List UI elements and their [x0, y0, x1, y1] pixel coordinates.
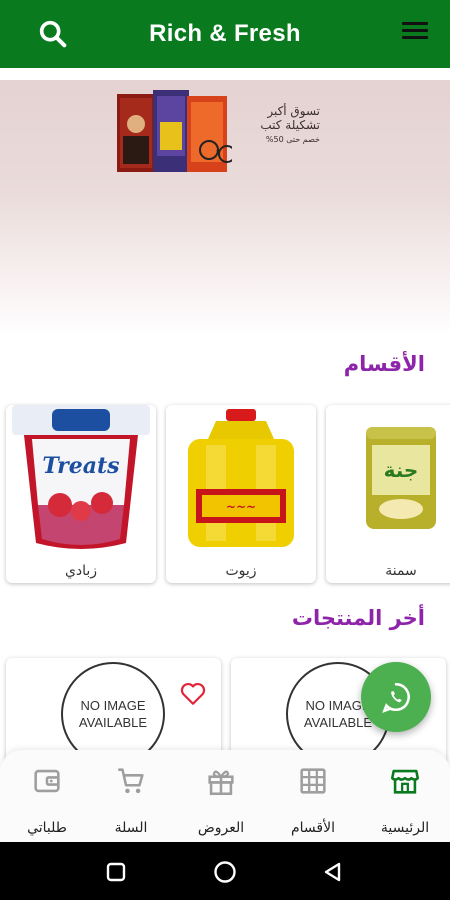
home-circle-icon[interactable]	[213, 860, 237, 884]
banner-line-1: تسوق أكبر	[267, 104, 320, 118]
nav-label: الأقسام	[291, 820, 335, 836]
categories-title: الأقسام	[343, 352, 425, 376]
latest-products-title: أخر المنتجات	[291, 606, 425, 630]
nav-label: طلباتي	[27, 820, 67, 836]
banner-line-2: تشكيلة كتب	[260, 118, 320, 132]
promo-banner[interactable]: تسوق أكبر تشكيلة كتب خصم حتى 50%	[0, 80, 450, 335]
placeholder-line-2: AVAILABLE	[78, 715, 148, 730]
nav-item-categories[interactable]: الأقسام	[268, 764, 358, 836]
whatsapp-button[interactable]	[361, 662, 431, 732]
bottom-navigation: طلباتي السلة العروض الأقسام الرئيسية	[0, 750, 450, 842]
hamburger-menu-icon[interactable]	[402, 22, 428, 44]
ghee-can-image: جنة	[326, 405, 450, 555]
heart-outline-icon[interactable]	[180, 682, 206, 706]
category-label: زبادي	[64, 563, 98, 579]
category-label: سمنة	[385, 563, 417, 579]
books-image	[117, 90, 232, 172]
banner-line-3: خصم حتى 50%	[265, 135, 320, 144]
nav-label: الرئيسية	[380, 820, 430, 836]
svg-text:~~~: ~~~	[226, 500, 256, 514]
recents-icon[interactable]	[105, 861, 127, 883]
nav-item-offers[interactable]: العروض	[176, 764, 266, 836]
cart-icon	[118, 768, 144, 794]
category-card-yogurt[interactable]: Treats زبادي	[6, 405, 156, 583]
yogurt-image: Treats	[6, 405, 156, 555]
gift-icon	[208, 770, 234, 796]
nav-item-my-orders[interactable]: طلباتي	[2, 764, 92, 836]
categories-list[interactable]: Treats زبادي ~~~ زيوت جنة سمنة	[0, 405, 450, 585]
grid-icon	[300, 768, 326, 794]
nav-label: العروض	[197, 820, 245, 836]
banner-promo-text: تسوق أكبر تشكيلة كتب خصم حتى 50%	[240, 104, 320, 144]
category-label: زيوت	[225, 563, 257, 579]
oil-bottle-image: ~~~	[166, 405, 316, 555]
category-card-ghee[interactable]: جنة سمنة	[326, 405, 450, 583]
app-title: Rich & Fresh	[149, 20, 301, 47]
system-navigation-bar	[0, 842, 450, 900]
screen: Rich & Fresh تسوق أكبر تشكيلة كتب خصم حت…	[0, 0, 450, 900]
wallet-icon	[34, 769, 60, 793]
app-bar: Rich & Fresh	[0, 0, 450, 68]
category-card-oils[interactable]: ~~~ زيوت	[166, 405, 316, 583]
nav-item-cart[interactable]: السلة	[86, 764, 176, 836]
nav-label: السلة	[114, 820, 148, 836]
search-icon[interactable]	[36, 17, 70, 51]
placeholder-line-1: NO IMAGE	[80, 698, 146, 713]
nav-item-home[interactable]: الرئيسية	[360, 764, 450, 836]
store-icon	[390, 769, 420, 794]
placeholder-line-2: AVAILABLE	[303, 715, 373, 730]
svg-text:Treats: Treats	[42, 453, 119, 479]
whatsapp-icon	[382, 682, 410, 713]
back-triangle-icon[interactable]	[322, 861, 344, 883]
svg-text:جنة: جنة	[384, 458, 419, 482]
